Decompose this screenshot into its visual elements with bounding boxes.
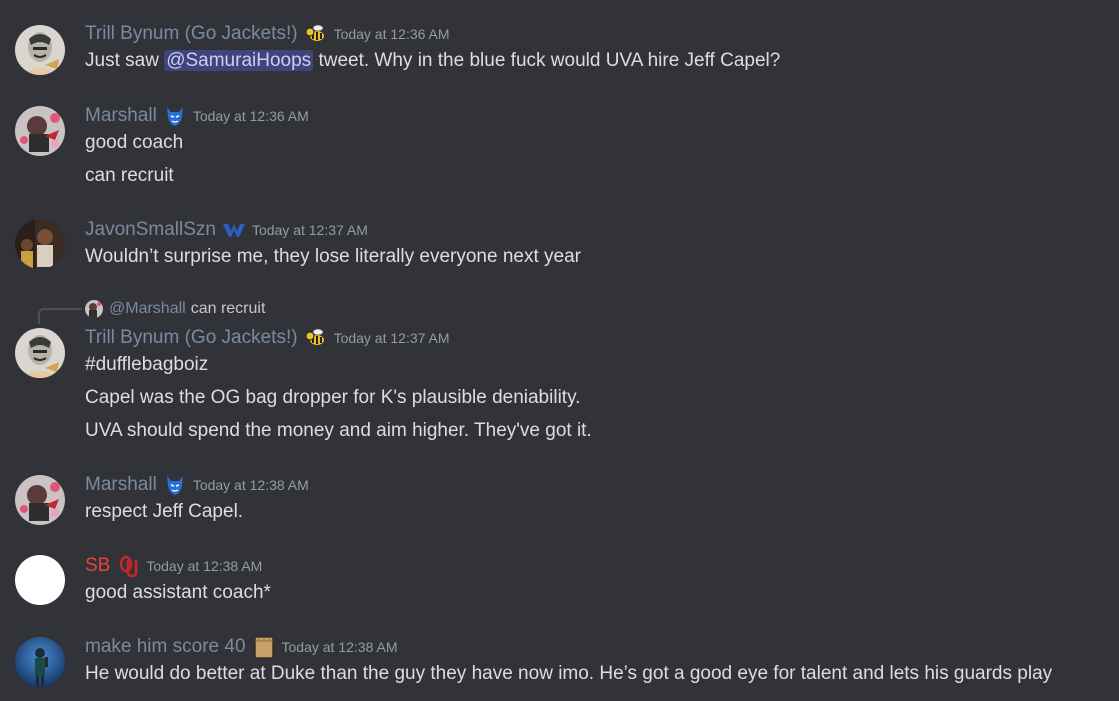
- timestamp: Today at 12:38 AM: [146, 558, 263, 574]
- reply-connector: [38, 308, 82, 324]
- wv-logo-icon: [222, 218, 246, 242]
- message-text: good assistant coach*: [85, 582, 271, 603]
- message-header: Trill Bynum (Go Jackets!) Today at 12:37…: [85, 326, 450, 350]
- message-text: good coach: [85, 132, 184, 153]
- message-header: make him score 40 Today at 12:38 AM: [85, 635, 397, 659]
- timestamp: Today at 12:37 AM: [333, 330, 450, 346]
- username[interactable]: Marshall: [85, 474, 157, 496]
- user-mention[interactable]: @SamuraiHoops: [164, 50, 314, 71]
- reply-text[interactable]: can recruit: [191, 300, 266, 318]
- reply-avatar: [85, 300, 103, 318]
- username[interactable]: Marshall: [85, 105, 157, 127]
- blue-devil-icon: [163, 473, 187, 497]
- yellow-jacket-icon: [304, 22, 328, 46]
- message-text: Just saw: [85, 50, 165, 71]
- timestamp: Today at 12:37 AM: [251, 222, 368, 238]
- message-header: JavonSmallSzn Today at 12:37 AM: [85, 218, 368, 242]
- paper-bag-icon: [252, 635, 276, 659]
- message-text: UVA should spend the money and aim highe…: [85, 420, 592, 441]
- message-text: #dufflebagboiz: [85, 354, 209, 375]
- avatar-javonsmallszn[interactable]: [15, 219, 65, 269]
- username[interactable]: JavonSmallSzn: [85, 219, 216, 241]
- avatar-marshall[interactable]: [15, 106, 65, 156]
- username[interactable]: Trill Bynum (Go Jackets!): [85, 23, 298, 45]
- message-text: He would do better at Duke than the guy …: [85, 663, 1053, 684]
- message-header: Trill Bynum (Go Jackets!) Today at 12:36…: [85, 22, 450, 46]
- timestamp: Today at 12:38 AM: [281, 639, 398, 655]
- avatar-trill-bynum[interactable]: [15, 25, 65, 75]
- username[interactable]: make him score 40: [85, 636, 246, 658]
- message-header: Marshall Today at 12:38 AM: [85, 473, 309, 497]
- avatar-sb[interactable]: [15, 555, 65, 605]
- avatar-marshall[interactable]: [15, 475, 65, 525]
- ou-logo-icon: [116, 554, 140, 578]
- username[interactable]: SB: [85, 555, 110, 577]
- message-text: respect Jeff Capel.: [85, 501, 244, 522]
- avatar-make-him-score-40[interactable]: [15, 637, 65, 687]
- avatar-trill-bynum[interactable]: [15, 328, 65, 378]
- message-text: Wouldn’t surprise me, they lose literall…: [85, 246, 581, 267]
- timestamp: Today at 12:36 AM: [333, 26, 450, 42]
- message-text: can recruit: [85, 165, 174, 186]
- yellow-jacket-icon: [304, 326, 328, 350]
- timestamp: Today at 12:36 AM: [192, 108, 309, 124]
- message-header: SB Today at 12:38 AM: [85, 554, 262, 578]
- reply-username[interactable]: @Marshall: [109, 300, 186, 318]
- reply-preview[interactable]: @Marshall can recruit: [85, 299, 265, 319]
- chat-log: Trill Bynum (Go Jackets!) Today at 12:36…: [0, 0, 1119, 701]
- message-text: tweet. Why in the blue fuck would UVA hi…: [313, 50, 781, 71]
- message-content: Just saw @SamuraiHoops tweet. Why in the…: [85, 49, 780, 73]
- username[interactable]: Trill Bynum (Go Jackets!): [85, 327, 298, 349]
- blue-devil-icon: [163, 104, 187, 128]
- message-header: Marshall Today at 12:36 AM: [85, 104, 309, 128]
- timestamp: Today at 12:38 AM: [192, 477, 309, 493]
- message-text: Capel was the OG bag dropper for K's pla…: [85, 387, 581, 408]
